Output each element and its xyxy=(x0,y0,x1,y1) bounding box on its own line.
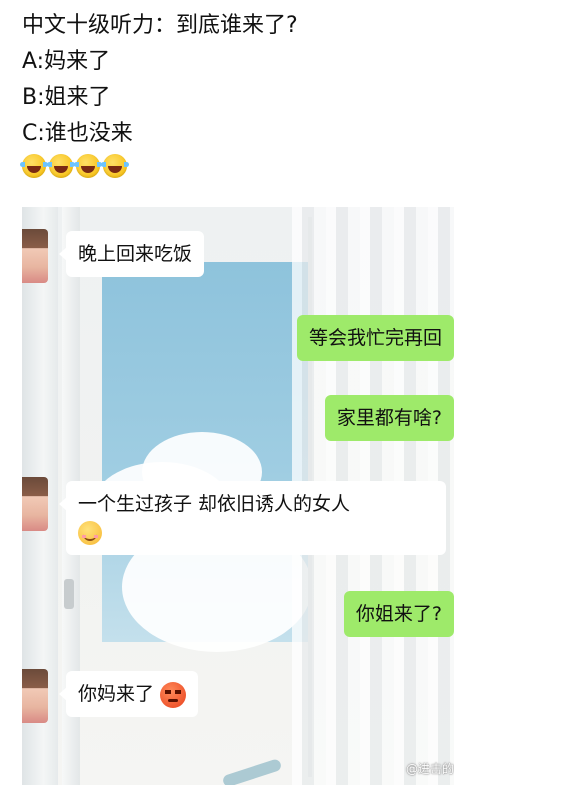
watermark: @进击的 xyxy=(405,762,454,776)
option-b: B:姐来了 xyxy=(22,85,111,110)
laughing-tears-icon xyxy=(20,154,48,178)
laughing-tears-icon xyxy=(74,154,102,178)
angry-face-icon xyxy=(160,681,187,708)
avatar[interactable] xyxy=(22,229,48,283)
message-text: 你姐来了? xyxy=(355,603,442,625)
message-text: 一个生过孩子 却依旧诱人的女人 xyxy=(78,493,351,515)
message-bubble-outgoing[interactable]: 家里都有啥? xyxy=(324,395,454,441)
sky-background xyxy=(92,262,312,652)
laughing-tears-icon xyxy=(101,154,129,178)
message-bubble-outgoing[interactable]: 等会我忙完再回 xyxy=(296,315,454,361)
message-bubble-incoming[interactable]: 一个生过孩子 却依旧诱人的女人 xyxy=(59,481,446,555)
laughing-emoji-row xyxy=(20,154,542,178)
option-c: C:谁也没来 xyxy=(22,121,133,146)
message-bubble-incoming[interactable]: 你妈来了 xyxy=(58,671,199,717)
post-question: 中文十级听力：到底谁来了? xyxy=(22,13,298,38)
window-handle xyxy=(64,579,74,609)
laughing-tears-icon xyxy=(47,154,75,178)
option-a: A:妈来了 xyxy=(22,49,111,74)
message-text: 你妈来了 xyxy=(78,683,155,705)
message-bubble-outgoing[interactable]: 你姐来了? xyxy=(343,591,454,637)
chat-screenshot: 晚上回来吃饭 等会我忙完再回 家里都有啥? 一个生过孩子 却依旧诱人的女人 你姐… xyxy=(22,207,454,785)
message-text: 等会我忙完再回 xyxy=(308,327,442,349)
avatar[interactable] xyxy=(22,477,48,531)
smile-blush-icon xyxy=(78,520,102,545)
ribbon xyxy=(221,758,283,785)
message-text: 家里都有啥? xyxy=(336,407,442,429)
post-text: 中文十级听力：到底谁来了? A:妈来了 B:姐来了 C:谁也没来 xyxy=(20,8,542,178)
message-text: 晚上回来吃饭 xyxy=(78,243,193,265)
avatar[interactable] xyxy=(22,669,48,723)
message-bubble-incoming[interactable]: 晚上回来吃饭 xyxy=(58,231,205,277)
